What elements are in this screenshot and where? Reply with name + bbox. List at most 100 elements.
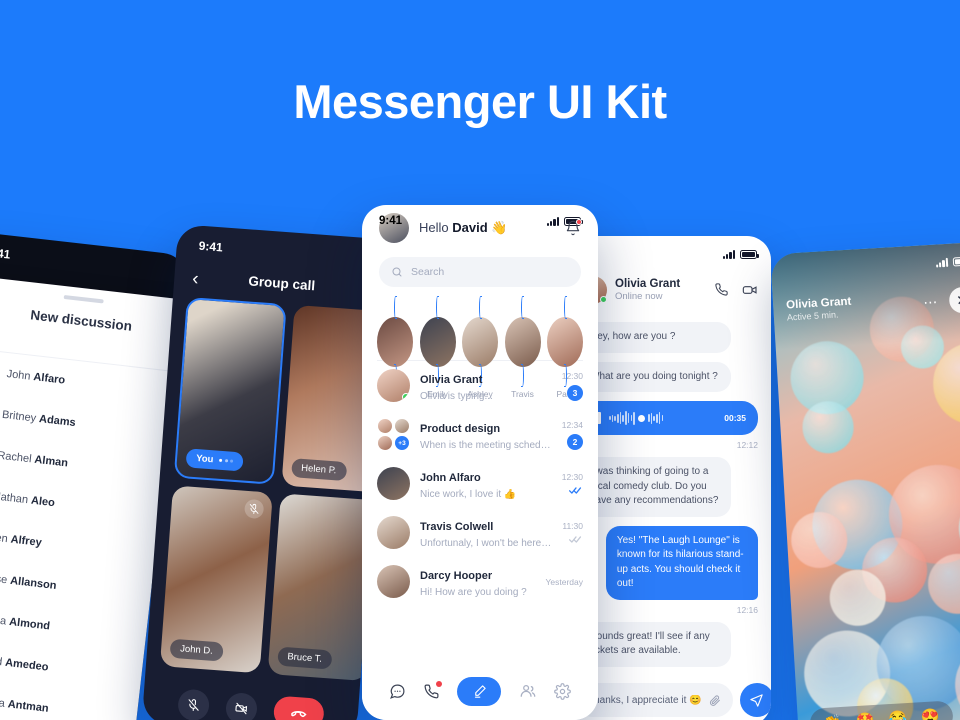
reaction-emoji[interactable]: 😍 — [920, 707, 940, 720]
message-bubble-incoming: Sounds great! I'll see if any tickets ar… — [579, 621, 732, 667]
message-input[interactable]: Thanks, I appreciate it 😊 — [576, 683, 733, 717]
waveform-bar — [658, 412, 661, 424]
delivered-receipt-icon — [569, 535, 583, 544]
chat-time: 12:34 — [561, 419, 583, 430]
status-bar-time: 9:41 — [198, 238, 224, 255]
unread-badge: 3 — [567, 384, 583, 401]
reaction-emoji[interactable]: 😂 — [888, 709, 908, 720]
phone-icon[interactable] — [714, 282, 729, 298]
battery-icon — [740, 250, 759, 259]
tab-settings[interactable] — [554, 682, 572, 700]
avatar — [377, 516, 410, 549]
close-icon[interactable]: ✕ — [948, 286, 960, 314]
voice-message[interactable]: 00:35 — [579, 401, 758, 435]
chat-row[interactable]: Darcy Hooper Hi! How are you doing ? Yeste… — [362, 557, 598, 606]
group-avatar: +3 — [377, 418, 410, 451]
signal-icon — [935, 257, 949, 268]
status-bar — [935, 256, 960, 268]
phone-photo-viewer: Olivia Grant Active 5 min. ⋯ ✕ 👏🤩😂😍 — [770, 241, 960, 720]
mic-off-button[interactable] — [176, 688, 210, 720]
participant-label: John D. — [169, 638, 224, 662]
waveform-bar — [633, 411, 635, 425]
sheet-grabber[interactable] — [63, 294, 104, 304]
contact-name: Olivia Grant — [615, 278, 681, 290]
waveform-bar — [619, 412, 622, 424]
send-button[interactable] — [739, 683, 771, 717]
chat-meta: Yesterday — [546, 577, 584, 587]
search-icon — [392, 267, 402, 277]
video-icon[interactable] — [742, 282, 758, 298]
chat-preview: Olivia is typing... — [420, 390, 493, 402]
chat-preview: When is the meeting scheduled ? — [420, 439, 552, 451]
status-bar-time: 9:41 — [379, 215, 403, 227]
message-timestamp: 12:16 — [736, 604, 758, 615]
message-bubble-incoming: Hey, how are you ? — [579, 322, 732, 353]
chat-row[interactable]: John Alfaro Nice work, I love it 👍 12:30 — [362, 459, 598, 508]
chat-row[interactable]: Travis Colwell Unfortunaly, I won't be he… — [362, 508, 598, 557]
story-item[interactable]: Emily — [419, 296, 456, 399]
voice-duration: 00:35 — [724, 413, 746, 423]
story-item[interactable]: John — [377, 296, 413, 399]
waveform-bar — [656, 413, 658, 423]
call-tile-self[interactable]: You — [173, 296, 287, 485]
message-bubble-incoming: What are you doing tonight ? — [579, 361, 732, 392]
message-timestamp: 12:12 — [736, 440, 758, 450]
waveform[interactable] — [609, 410, 716, 426]
contact-name: Britney Adams — [1, 408, 77, 429]
call-tile-participant[interactable]: John D. — [159, 485, 273, 674]
mic-off-icon — [243, 498, 264, 520]
reaction-emoji[interactable]: 🤩 — [855, 711, 875, 720]
notification-badge — [576, 219, 582, 225]
page-title: Messenger UI Kit — [293, 75, 667, 128]
tab-contacts[interactable] — [519, 682, 537, 700]
tab-messages[interactable] — [389, 683, 406, 700]
hang-up-button[interactable] — [272, 695, 325, 720]
phone-group-call: 9:41 ‹ Group call You Helen P. John D. B… — [141, 224, 393, 720]
battery-icon — [952, 256, 960, 267]
call-participant-grid: You Helen P. John D. Bruce T. — [159, 296, 393, 682]
waveform-bar — [609, 416, 611, 420]
chat-row[interactable]: +3 Product design When is the meeting sche… — [362, 410, 598, 459]
contact-name: Olivia Almond — [0, 611, 51, 632]
stories-row[interactable]: JohnEmilyAshleyTravisPaul — [362, 287, 598, 399]
waveform-bar — [627, 413, 630, 423]
contact-name: Ben Alfrey — [0, 530, 43, 549]
group-call-title: Group call — [247, 273, 316, 294]
tab-compose[interactable] — [457, 676, 502, 706]
story-item[interactable]: Ashley — [462, 296, 498, 399]
chat-name: Travis Colwell — [420, 520, 494, 533]
phone-chat-list: 9:41 Hello David 👋 Search JohnEmilyAshle… — [362, 205, 598, 720]
status-bar — [722, 250, 759, 259]
chat-meta: 12:30 — [562, 472, 583, 495]
reaction-emoji[interactable]: 👏 — [823, 713, 843, 720]
chat-preview: Unfortunaly, I won't be here today... — [420, 537, 553, 549]
story-item[interactable]: Travis — [504, 296, 541, 399]
video-off-button[interactable] — [224, 691, 258, 720]
message-input-value: Thanks, I appreciate it 😊 — [588, 694, 702, 706]
status-bar: 9:41 — [362, 205, 598, 237]
sheet-title: New discussion — [29, 307, 133, 334]
contact-name: Elise Allanson — [0, 571, 58, 592]
more-horizontal-icon[interactable]: ⋯ — [923, 293, 939, 311]
waveform-bar — [625, 411, 627, 425]
story-item[interactable]: Paul — [547, 296, 583, 399]
bell-icon[interactable] — [565, 219, 582, 236]
contact-name: David Amedeo — [0, 652, 50, 674]
waveform-bar — [661, 415, 663, 421]
call-controls — [142, 686, 359, 720]
chat-list[interactable]: Olivia Grant Olivia is typing... 12:30 3 +3 P… — [362, 361, 598, 606]
contact-name: Monica Antman — [0, 693, 50, 715]
participant-label: Helen P. — [290, 458, 348, 482]
photo-actions: ⋯ ✕ — [923, 286, 960, 315]
calls-badge — [436, 680, 443, 687]
chat-meta: 11:30 — [562, 521, 583, 544]
search-input[interactable]: Search — [379, 257, 581, 287]
avatar — [377, 467, 410, 500]
waveform-bar — [611, 414, 614, 422]
tab-calls[interactable] — [423, 680, 443, 700]
paperclip-icon[interactable] — [708, 694, 721, 707]
unread-badge: 2 — [567, 433, 583, 450]
waveform-bar — [614, 415, 616, 421]
message-bubble-incoming: I was thinking of going to a local comed… — [579, 457, 732, 517]
signal-icon — [546, 216, 559, 226]
